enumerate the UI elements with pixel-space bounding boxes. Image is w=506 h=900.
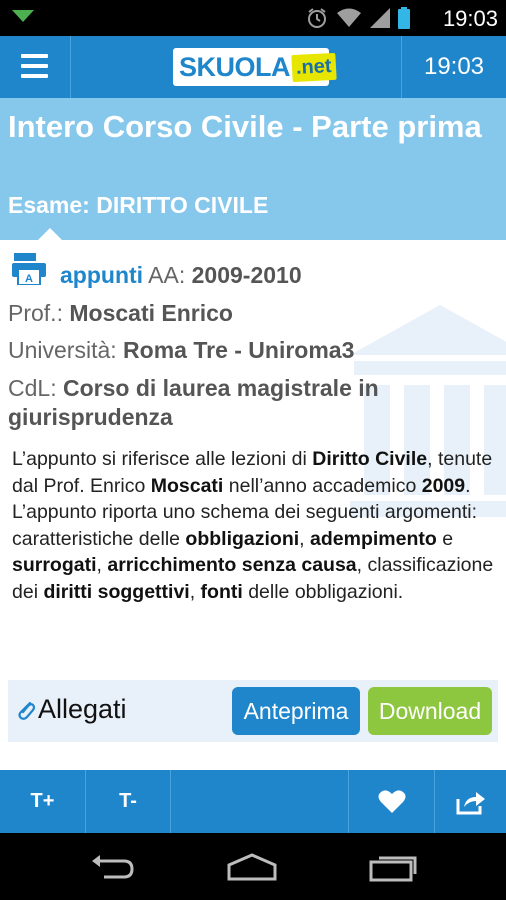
desc-text: , bbox=[96, 554, 108, 576]
document-header: Intero Corso Civile - Parte prima Esame:… bbox=[0, 98, 506, 240]
desc-text: . bbox=[465, 474, 471, 497]
logo-text: SKUOLA bbox=[179, 51, 291, 82]
favorite-button[interactable] bbox=[349, 770, 434, 833]
app-bar: SKUOLA .net 19:03 bbox=[0, 36, 506, 98]
recent-apps-button[interactable] bbox=[364, 847, 424, 887]
document-content: A appunti AA: 2009-2010 Prof.: Moscati E… bbox=[0, 240, 506, 770]
desc-bold: diritti soggettivi bbox=[43, 580, 190, 603]
system-navigation-bar bbox=[0, 833, 506, 900]
back-button[interactable] bbox=[82, 847, 142, 887]
text-increase-button[interactable]: T+ bbox=[0, 770, 85, 833]
status-clock: 19:03 bbox=[442, 6, 498, 31]
desc-text: e bbox=[436, 527, 454, 550]
home-button[interactable] bbox=[222, 847, 282, 887]
desc-bold: fonti bbox=[200, 580, 243, 603]
professor-label: Prof.: bbox=[8, 300, 63, 326]
battery-icon bbox=[398, 7, 410, 29]
attachments-label: Allegati bbox=[38, 694, 127, 724]
skuola-logo[interactable]: SKUOLA .net bbox=[173, 48, 337, 86]
menu-icon bbox=[21, 54, 48, 58]
text-decrease-button[interactable]: T- bbox=[86, 770, 170, 833]
menu-button[interactable] bbox=[0, 36, 71, 98]
desc-bold: Diritto Civile bbox=[312, 448, 428, 470]
desc-text: , bbox=[299, 527, 310, 550]
professor-row: Prof.: Moscati Enrico bbox=[8, 300, 233, 327]
desc-bold: 2009 bbox=[421, 474, 466, 497]
exam-label: Esame: DIRITTO CIVILE bbox=[8, 192, 269, 218]
document-description: L’appunto si riferisce alle lezioni di D… bbox=[12, 446, 498, 605]
desc-text: , bbox=[189, 580, 201, 603]
bottom-action-bar: T+ T- bbox=[0, 770, 506, 833]
download-button[interactable]: Download bbox=[368, 687, 492, 735]
desc-bold: arricchimento senza causa bbox=[107, 554, 357, 576]
logo-suffix: .net bbox=[291, 52, 337, 82]
desc-text: L’appunto si riferisce alle lezioni di bbox=[12, 448, 313, 470]
divider bbox=[170, 770, 171, 833]
paperclip-icon bbox=[18, 701, 36, 720]
status-bar: 19:03 bbox=[0, 0, 506, 36]
university-label: Università: bbox=[8, 337, 117, 363]
preview-button[interactable]: Anteprima bbox=[232, 687, 360, 735]
home-icon bbox=[227, 853, 277, 881]
university-row: Università: Roma Tre - Uniroma3 bbox=[8, 337, 354, 364]
alarm-icon bbox=[308, 8, 326, 28]
desc-bold: adempimento bbox=[310, 527, 437, 550]
desc-text: nell’anno accademico bbox=[223, 474, 422, 497]
back-icon bbox=[92, 855, 134, 879]
signal-icon bbox=[370, 8, 390, 28]
year-label: AA: bbox=[148, 262, 186, 288]
document-type-icon: A bbox=[12, 253, 46, 285]
professor-name: Moscati Enrico bbox=[69, 300, 233, 326]
attachments-bar: Allegati Anteprima Download bbox=[8, 680, 498, 742]
menu-icon-line bbox=[21, 74, 48, 78]
share-button[interactable] bbox=[435, 770, 506, 833]
document-title: Intero Corso Civile - Parte prima bbox=[8, 109, 482, 144]
app-bar-time: 19:03 bbox=[401, 36, 506, 98]
university-name: Roma Tre - Uniroma3 bbox=[123, 337, 355, 363]
type-year-row: appunti AA: 2009-2010 bbox=[60, 262, 302, 289]
desc-bold: surrogati bbox=[12, 554, 97, 576]
degree-row: CdL: Corso di laurea magistrale in giuri… bbox=[8, 374, 478, 432]
degree-label: CdL: bbox=[8, 375, 57, 401]
header-pointer bbox=[38, 228, 62, 240]
degree-name: Corso di laurea magistrale in giurisprud… bbox=[8, 375, 379, 430]
heart-icon bbox=[378, 790, 405, 813]
wifi-icon bbox=[337, 8, 361, 27]
share-icon bbox=[456, 791, 485, 814]
document-type[interactable]: appunti bbox=[60, 262, 143, 288]
desc-bold: obbligazioni bbox=[185, 527, 300, 550]
recent-apps-icon bbox=[369, 856, 417, 882]
svg-text:A: A bbox=[25, 273, 33, 285]
desc-bold: Moscati bbox=[150, 474, 224, 497]
academic-year: 2009-2010 bbox=[191, 262, 302, 288]
notification-icon bbox=[12, 10, 34, 22]
desc-text: delle obbligazioni. bbox=[242, 580, 404, 603]
menu-icon-line bbox=[21, 64, 48, 68]
